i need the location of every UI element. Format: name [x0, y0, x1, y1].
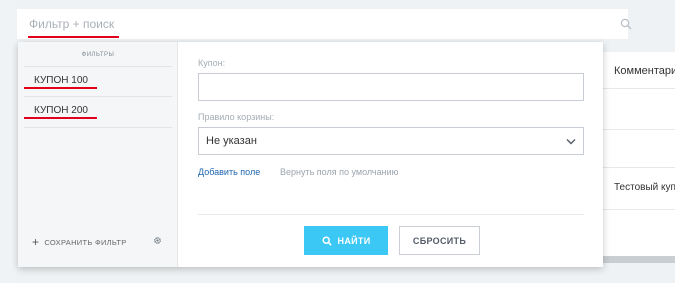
save-filter-label: СОХРАНИТЬ ФИЛЬТР — [44, 237, 127, 247]
filter-preset-coupon-200[interactable]: КУПОН 200 — [34, 105, 88, 116]
find-button-label: НАЙТИ — [337, 235, 371, 246]
background-grid: Комментари Тестовый куп — [600, 52, 675, 262]
annotation-underline — [24, 117, 97, 119]
table-cell: Тестовый куп — [614, 182, 675, 193]
page-left-edge — [0, 0, 17, 283]
sidebar-divider — [24, 66, 172, 67]
search-icon — [321, 235, 332, 246]
filter-preset-coupon-100[interactable]: КУПОН 100 — [34, 75, 88, 86]
filter-sidebar: ФИЛЬТРЫ КУПОН 100 КУПОН 200 + СОХРАНИТЬ … — [18, 42, 178, 267]
reset-button-label: СБРОСИТЬ — [412, 235, 467, 246]
sidebar-divider — [24, 96, 172, 97]
gear-icon[interactable] — [153, 236, 162, 245]
row-divider — [600, 129, 675, 130]
column-header-comment: Комментари — [614, 65, 675, 77]
cart-rule-select[interactable]: Не указан — [198, 127, 584, 155]
row-divider — [600, 167, 675, 168]
cart-rule-field-label: Правило корзины: — [198, 112, 275, 122]
row-divider — [600, 209, 675, 210]
plus-icon: + — [32, 235, 40, 249]
sidebar-title: ФИЛЬТРЫ — [81, 52, 115, 58]
sidebar-divider — [24, 127, 172, 128]
restore-default-fields-link[interactable]: Вернуть поля по умолчанию — [280, 167, 398, 177]
form-divider — [198, 214, 584, 215]
coupon-field-label: Купон: — [198, 58, 226, 68]
coupon-input[interactable] — [198, 73, 584, 101]
add-field-link[interactable]: Добавить поле — [198, 167, 260, 177]
annotation-underline — [28, 36, 119, 38]
horizontal-scrollbar[interactable] — [600, 256, 675, 263]
row-divider — [600, 88, 675, 89]
save-filter-button[interactable]: + СОХРАНИТЬ ФИЛЬТР — [32, 236, 127, 248]
chevron-down-icon — [566, 139, 576, 145]
cart-rule-selected-value: Не указан — [206, 135, 257, 147]
filter-popup: ФИЛЬТРЫ КУПОН 100 КУПОН 200 + СОХРАНИТЬ … — [18, 42, 603, 267]
reset-button[interactable]: СБРОСИТЬ — [399, 226, 480, 255]
search-icon[interactable] — [620, 18, 632, 30]
annotation-underline — [24, 87, 97, 89]
find-button[interactable]: НАЙТИ — [304, 226, 388, 255]
search-input-placeholder[interactable]: Фильтр + поиск — [29, 17, 114, 31]
filter-search-bar[interactable]: Фильтр + поиск — [17, 9, 632, 39]
